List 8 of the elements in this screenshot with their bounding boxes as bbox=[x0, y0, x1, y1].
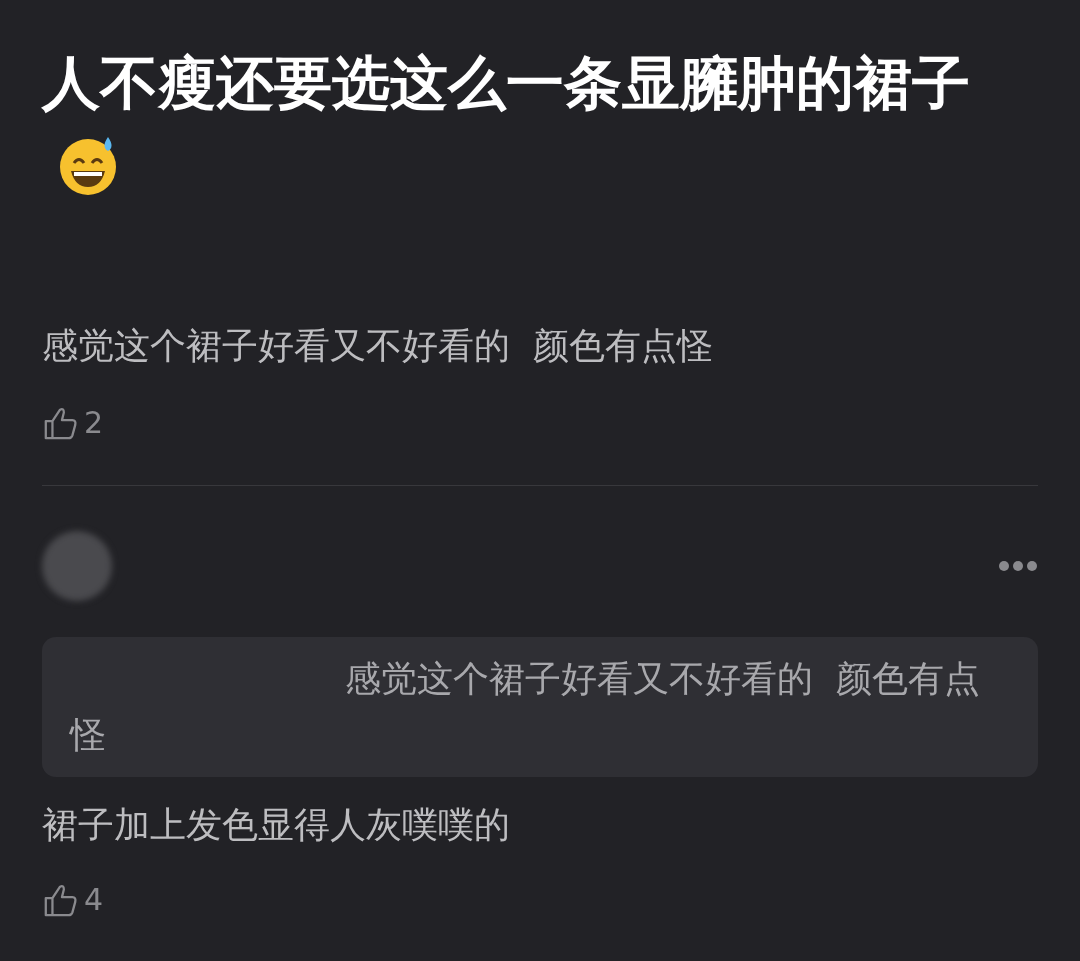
like-count: 4 bbox=[84, 881, 104, 919]
post-title: 人不瘦还要选这么一条显臃肿的裙子 bbox=[42, 40, 1042, 212]
like-count: 2 bbox=[84, 404, 104, 442]
avatar bbox=[42, 531, 112, 601]
comment-text: 裙子加上发色显得人灰噗噗的 bbox=[42, 803, 511, 847]
more-icon[interactable] bbox=[998, 560, 1038, 572]
quoted-comment: 感觉这个裙子好看又不好看的 颜色有点怪 bbox=[42, 637, 1038, 777]
comment-text: 感觉这个裙子好看又不好看的 颜色有点怪 bbox=[42, 324, 714, 368]
